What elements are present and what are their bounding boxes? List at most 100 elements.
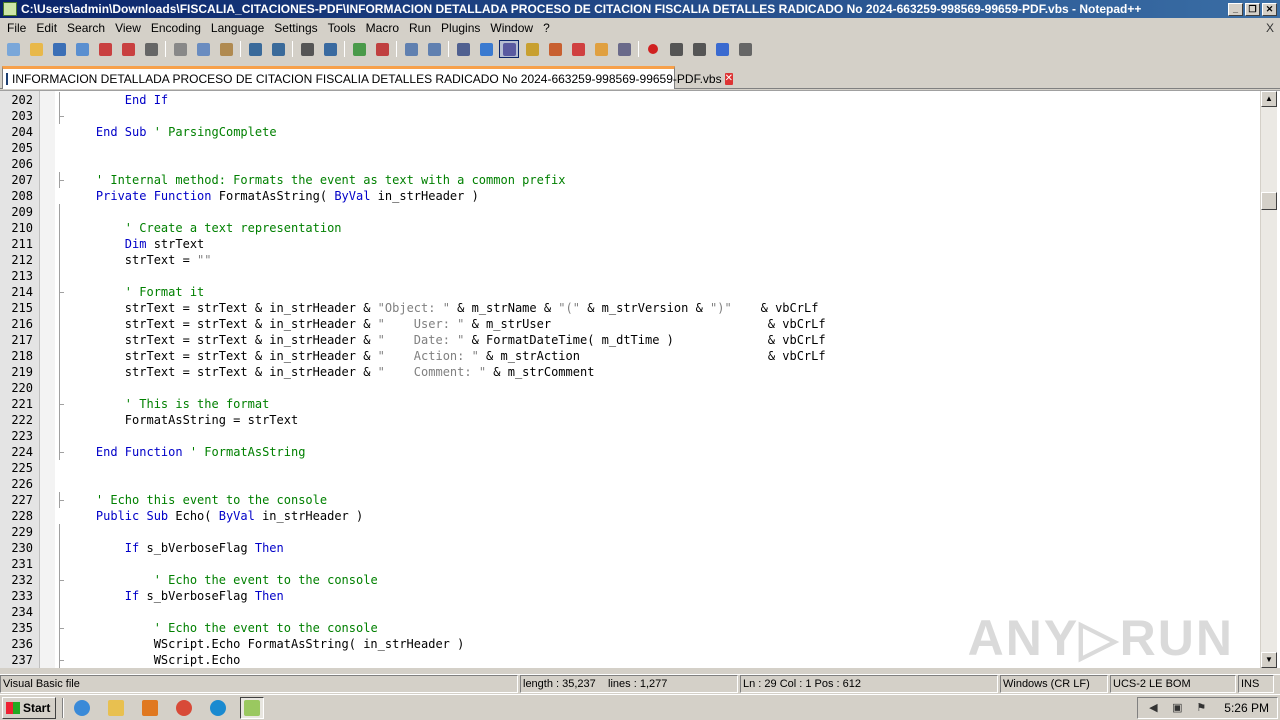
code-line[interactable]: 215 strText = strText & in_strHeader & "… — [0, 300, 1260, 316]
scroll-thumb[interactable] — [1261, 192, 1277, 210]
code-line[interactable]: 220 — [0, 380, 1260, 396]
code-line[interactable]: 232 ' Echo the event to the console — [0, 572, 1260, 588]
notepadpp-icon[interactable] — [240, 696, 264, 719]
explorer-icon[interactable] — [104, 697, 128, 719]
undo-icon[interactable] — [245, 40, 265, 58]
indent-guide-icon[interactable] — [499, 40, 519, 58]
scroll-down-arrow-icon[interactable]: ▼ — [1261, 652, 1277, 668]
code-line[interactable]: 213 — [0, 268, 1260, 284]
code-line[interactable]: 204 End Sub ' ParsingComplete — [0, 124, 1260, 140]
save-all-icon[interactable] — [72, 40, 92, 58]
code-line[interactable]: 229 — [0, 524, 1260, 540]
stop-macro-icon[interactable] — [666, 40, 686, 58]
code-line[interactable]: 230 If s_bVerboseFlag Then — [0, 540, 1260, 556]
code-line[interactable]: 212 strText = "" — [0, 252, 1260, 268]
code-line[interactable]: 222 FormatAsString = strText — [0, 412, 1260, 428]
status-eol[interactable]: Windows (CR LF) — [1000, 675, 1108, 693]
close-window-button[interactable]: ✕ — [1262, 2, 1277, 16]
code-line[interactable]: 223 — [0, 428, 1260, 444]
edge-icon[interactable] — [206, 697, 230, 719]
menu-tools[interactable]: Tools — [323, 18, 361, 38]
vertical-scrollbar[interactable]: ▲ ▼ — [1260, 91, 1277, 668]
media-player-icon[interactable] — [138, 697, 162, 719]
code-line[interactable]: 233 If s_bVerboseFlag Then — [0, 588, 1260, 604]
sync-horizontal-icon[interactable] — [424, 40, 444, 58]
menu-macro[interactable]: Macro — [361, 18, 404, 38]
code-line[interactable]: 214 ' Format it — [0, 284, 1260, 300]
menu-window[interactable]: Window — [485, 18, 538, 38]
code-line[interactable]: 211 Dim strText — [0, 236, 1260, 252]
menu-language[interactable]: Language — [206, 18, 269, 38]
menu-edit[interactable]: Edit — [31, 18, 62, 38]
code-line[interactable]: 216 strText = strText & in_strHeader & "… — [0, 316, 1260, 332]
sync-vertical-icon[interactable] — [401, 40, 421, 58]
play-macro-icon[interactable] — [689, 40, 709, 58]
menu-plugins[interactable]: Plugins — [436, 18, 485, 38]
redo-icon[interactable] — [268, 40, 288, 58]
code-line[interactable]: 208 Private Function FormatAsString( ByV… — [0, 188, 1260, 204]
open-file-icon[interactable] — [26, 40, 46, 58]
record-macro-icon[interactable] — [643, 40, 663, 58]
function-list-icon[interactable] — [568, 40, 588, 58]
code-line[interactable]: 226 — [0, 476, 1260, 492]
start-button[interactable]: Start — [2, 696, 56, 719]
code-line[interactable]: 231 — [0, 556, 1260, 572]
paste-icon[interactable] — [216, 40, 236, 58]
network-icon[interactable]: ▣ — [1170, 701, 1184, 715]
print-icon[interactable] — [141, 40, 161, 58]
code-line[interactable]: 225 — [0, 460, 1260, 476]
menu-help[interactable]: ? — [538, 18, 555, 38]
restore-button[interactable]: ❐ — [1245, 2, 1260, 16]
code-line[interactable]: 202 End If — [0, 92, 1260, 108]
zoom-in-icon[interactable] — [349, 40, 369, 58]
code-line[interactable]: 209 — [0, 204, 1260, 220]
code-line[interactable]: 206 — [0, 156, 1260, 172]
save-icon[interactable] — [49, 40, 69, 58]
code-editor[interactable]: 202 End If 203 204 End Sub ' ParsingComple… — [0, 90, 1280, 668]
close-tab-icon[interactable]: ✕ — [724, 73, 733, 85]
status-encoding[interactable]: UCS-2 LE BOM — [1110, 675, 1236, 693]
menu-run[interactable]: Run — [404, 18, 436, 38]
close-document-x[interactable]: X — [1266, 18, 1274, 38]
code-line[interactable]: 224 End Function ' FormatAsString — [0, 444, 1260, 460]
doc-map-icon[interactable] — [545, 40, 565, 58]
code-line[interactable]: 221 ' This is the format — [0, 396, 1260, 412]
menu-encoding[interactable]: Encoding — [146, 18, 206, 38]
close-all-icon[interactable] — [118, 40, 138, 58]
volume-icon[interactable]: ◀ — [1146, 701, 1160, 715]
flag-icon[interactable]: ⚑ — [1194, 701, 1208, 715]
close-icon[interactable] — [95, 40, 115, 58]
ie-icon[interactable] — [70, 697, 94, 719]
code-line[interactable]: 205 — [0, 140, 1260, 156]
find-icon[interactable] — [297, 40, 317, 58]
copy-icon[interactable] — [193, 40, 213, 58]
replace-icon[interactable] — [320, 40, 340, 58]
monitoring-icon[interactable] — [614, 40, 634, 58]
minimize-button[interactable]: _ — [1228, 2, 1243, 16]
chrome-icon[interactable] — [172, 697, 196, 719]
code-line[interactable]: 210 ' Create a text representation — [0, 220, 1260, 236]
scroll-up-arrow-icon[interactable]: ▲ — [1261, 91, 1277, 107]
show-all-chars-icon[interactable] — [476, 40, 496, 58]
code-line[interactable]: 217 strText = strText & in_strHeader & "… — [0, 332, 1260, 348]
new-file-icon[interactable] — [3, 40, 23, 58]
code-line[interactable]: 203 — [0, 108, 1260, 124]
notepadpp-app-icon[interactable] — [3, 2, 17, 16]
code-line[interactable]: 228 Public Sub Echo( ByVal in_strHeader … — [0, 508, 1260, 524]
folder-workspace-icon[interactable] — [591, 40, 611, 58]
cut-icon[interactable] — [170, 40, 190, 58]
save-macro-icon[interactable] — [735, 40, 755, 58]
menu-search[interactable]: Search — [62, 18, 110, 38]
code-line[interactable]: 207 ' Internal method: Formats the event… — [0, 172, 1260, 188]
code-line[interactable]: 227 ' Echo this event to the console — [0, 492, 1260, 508]
zoom-out-icon[interactable] — [372, 40, 392, 58]
menu-file[interactable]: File — [2, 18, 31, 38]
word-wrap-icon[interactable] — [453, 40, 473, 58]
menu-view[interactable]: View — [110, 18, 146, 38]
code-line[interactable]: 218 strText = strText & in_strHeader & "… — [0, 348, 1260, 364]
code-line[interactable]: 219 strText = strText & in_strHeader & "… — [0, 364, 1260, 380]
document-tab[interactable]: INFORMACION DETALLADA PROCESO DE CITACIO… — [2, 66, 733, 89]
run-macro-multiple-icon[interactable] — [712, 40, 732, 58]
menu-settings[interactable]: Settings — [269, 18, 322, 38]
udl-icon[interactable] — [522, 40, 542, 58]
